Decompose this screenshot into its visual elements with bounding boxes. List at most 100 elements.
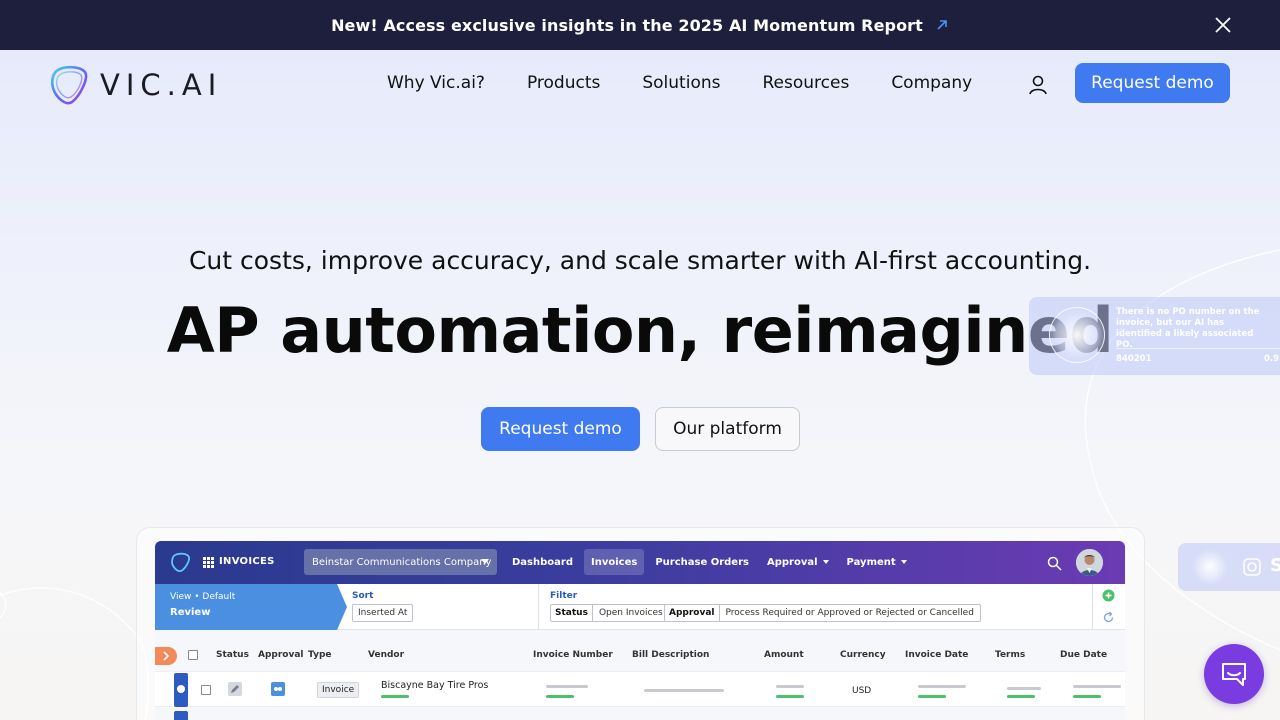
- app-tab-payment[interactable]: Payment: [840, 549, 914, 575]
- glow-orb: [1049, 307, 1105, 363]
- filter-value: Process Required or Approved or Rejected…: [725, 608, 974, 618]
- placeholder-bar: [918, 685, 966, 688]
- column-header[interactable]: Approval: [258, 650, 304, 660]
- placeholder-bar: [1073, 695, 1101, 698]
- column-header[interactable]: Status: [216, 650, 249, 660]
- app-logo-icon: [171, 552, 191, 573]
- glow-orb: [1192, 549, 1228, 585]
- caret-down-icon: [481, 559, 489, 564]
- announcement-bar: New! Access exclusive insights in the 20…: [0, 0, 1280, 50]
- user-icon[interactable]: [1027, 74, 1049, 96]
- our-platform-button[interactable]: Our platform: [655, 407, 800, 451]
- caret-down-icon: [822, 560, 829, 564]
- column-header[interactable]: Bill Description: [632, 650, 709, 660]
- nav-why-vicai[interactable]: Why Vic.ai?: [387, 73, 485, 93]
- floating-chip-card: S: [1178, 543, 1280, 591]
- app-section-title: INVOICES: [219, 556, 275, 567]
- nav-resources[interactable]: Resources: [762, 73, 849, 93]
- placeholder-bar: [1007, 687, 1041, 690]
- close-icon[interactable]: [1214, 16, 1232, 34]
- arrow-up-right-icon: [937, 20, 947, 30]
- grid-icon[interactable]: [203, 557, 214, 568]
- filter-value: Open Invoices: [598, 608, 663, 618]
- app-tab-approval[interactable]: Approval: [760, 549, 836, 575]
- company-selector[interactable]: Beinstar Communications Company: [304, 549, 497, 575]
- logo[interactable]: VIC.AI: [50, 64, 222, 106]
- column-header[interactable]: Vendor: [368, 650, 404, 660]
- app-tab-label: Payment: [846, 556, 896, 568]
- po-number: 840201: [1116, 354, 1152, 364]
- divider: [1116, 348, 1280, 349]
- ai-insight-card: There is no PO number on the invoice, bu…: [1029, 297, 1280, 375]
- refresh-icon[interactable]: [1102, 611, 1115, 624]
- placeholder-bar: [546, 685, 588, 688]
- edit-icon[interactable]: [228, 682, 242, 696]
- filter-chip-status[interactable]: Status Open Invoices: [550, 604, 670, 622]
- select-all-checkbox[interactable]: [188, 650, 198, 660]
- view-arrow: [337, 584, 347, 630]
- sort-chip[interactable]: Inserted At: [352, 604, 414, 622]
- search-icon[interactable]: [1047, 556, 1062, 571]
- view-mode: Review: [170, 607, 211, 618]
- chip-label: S: [1270, 555, 1280, 576]
- view-selector[interactable]: View • Default Review: [155, 584, 337, 630]
- filter-label: Filter: [550, 591, 578, 601]
- table-row[interactable]: Invoice Biscayne Bay Tire Pros USD: [155, 671, 1125, 707]
- app-nav: Dashboard Invoices Purchase Orders Appro…: [505, 549, 914, 575]
- hero-request-demo-button[interactable]: Request demo: [481, 407, 640, 451]
- view-name: View • Default: [170, 592, 236, 602]
- type-badge: Invoice: [317, 682, 360, 698]
- chat-icon: [1222, 663, 1246, 686]
- placeholder-bar: [381, 695, 409, 698]
- divider: [1092, 584, 1093, 630]
- column-header[interactable]: Invoice Date: [905, 650, 968, 660]
- placeholder-bar: [546, 695, 574, 698]
- avatar[interactable]: [1076, 549, 1103, 576]
- status-indicator: [174, 711, 188, 720]
- main-nav: Why Vic.ai? Products Solutions Resources…: [387, 73, 972, 93]
- filter-chip-approval[interactable]: Approval Process Required or Approved or…: [664, 604, 981, 622]
- filter-key: Status: [551, 605, 593, 621]
- logo-mark-icon: [50, 65, 88, 105]
- app-toolbar: View • Default Review Sort Inserted At F…: [155, 584, 1125, 630]
- hero-subtitle: Cut costs, improve accuracy, and scale s…: [188, 246, 1092, 275]
- logo-text: VIC.AI: [100, 68, 223, 102]
- approval-icon: [271, 682, 285, 696]
- app-tab-label: Invoices: [591, 556, 638, 568]
- nav-solutions[interactable]: Solutions: [642, 73, 720, 93]
- column-header[interactable]: Invoice Number: [533, 650, 613, 660]
- app-tab-purchase-orders[interactable]: Purchase Orders: [648, 549, 756, 575]
- announcement-text: New! Access exclusive insights in the 20…: [331, 15, 923, 35]
- placeholder-bar: [776, 695, 804, 698]
- column-header[interactable]: Type: [308, 650, 331, 660]
- placeholder-bar: [918, 695, 946, 698]
- nav-products[interactable]: Products: [527, 73, 600, 93]
- announcement-link[interactable]: New! Access exclusive insights in the 20…: [331, 16, 949, 35]
- ai-insight-text: There is no PO number on the invoice, bu…: [1116, 307, 1260, 350]
- nav-company[interactable]: Company: [891, 73, 972, 93]
- column-header[interactable]: Terms: [995, 650, 1025, 660]
- divider: [538, 584, 539, 630]
- status-indicator: [174, 673, 188, 707]
- app-tab-invoices[interactable]: Invoices: [584, 549, 645, 575]
- status-dot: [177, 685, 185, 693]
- add-icon[interactable]: [1102, 589, 1115, 602]
- app-topbar: INVOICES Beinstar Communications Company…: [155, 541, 1125, 584]
- app-tab-dashboard[interactable]: Dashboard: [505, 549, 580, 575]
- column-header[interactable]: Amount: [764, 650, 804, 660]
- filter-key: Approval: [665, 605, 720, 621]
- column-header[interactable]: Due Date: [1060, 650, 1107, 660]
- table-header: Status Approval Type Vendor Invoice Numb…: [155, 646, 1125, 664]
- column-header[interactable]: Currency: [840, 650, 886, 660]
- caret-down-icon: [900, 560, 907, 564]
- chat-launcher-button[interactable]: [1204, 644, 1264, 704]
- camera-icon: [1243, 558, 1261, 576]
- sort-label: Sort: [352, 591, 374, 601]
- app-tab-label: Purchase Orders: [655, 556, 749, 568]
- app-tab-label: Dashboard: [512, 556, 573, 568]
- vendor-name: Biscayne Bay Tire Pros: [381, 680, 489, 691]
- placeholder-bar: [644, 689, 724, 692]
- header-request-demo-button[interactable]: Request demo: [1075, 63, 1230, 103]
- company-name: Beinstar Communications Company: [312, 556, 492, 568]
- row-checkbox[interactable]: [201, 685, 211, 695]
